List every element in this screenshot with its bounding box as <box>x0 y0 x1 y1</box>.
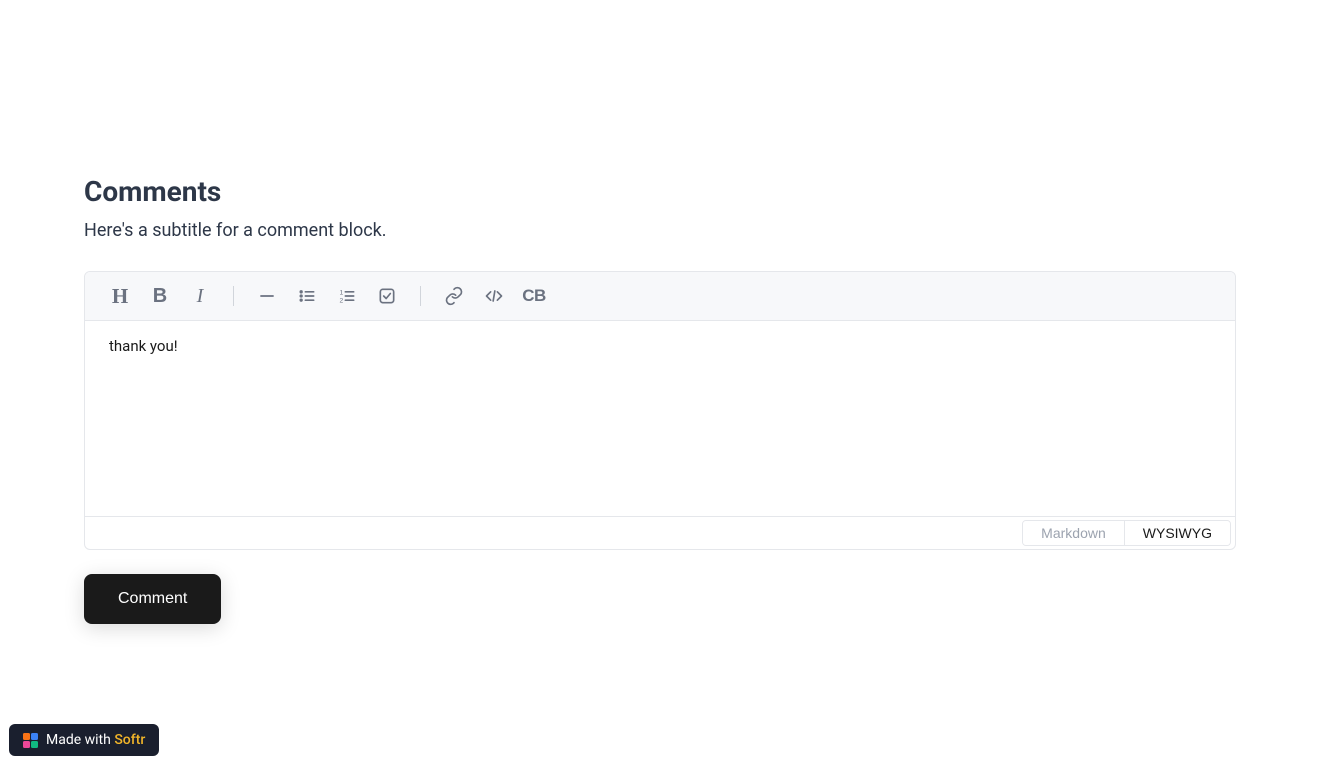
code-button[interactable] <box>477 284 511 308</box>
page-title: Comments <box>84 175 1236 208</box>
heading-button[interactable]: H <box>103 284 137 308</box>
link-button[interactable] <box>437 284 471 308</box>
link-icon <box>444 286 464 306</box>
checklist-button[interactable] <box>370 284 404 308</box>
ordered-list-button[interactable]: 1 2 <box>330 284 364 308</box>
code-icon <box>484 286 504 306</box>
submit-comment-button[interactable]: Comment <box>84 574 221 624</box>
page-subtitle: Here's a subtitle for a comment block. <box>84 220 1236 241</box>
codeblock-button[interactable]: CB <box>517 284 551 308</box>
bullet-list-button[interactable] <box>290 284 324 308</box>
wysiwyg-mode-button[interactable]: WYSIWYG <box>1125 521 1230 545</box>
horizontal-rule-button[interactable] <box>250 284 284 308</box>
softr-logo-icon <box>23 733 38 748</box>
mode-switch: Markdown WYSIWYG <box>1022 520 1231 546</box>
toolbar-divider <box>233 286 234 306</box>
checklist-icon <box>377 286 397 306</box>
comment-editor: H B I 1 2 <box>84 271 1236 550</box>
ordered-list-icon: 1 2 <box>337 286 357 306</box>
bold-button[interactable]: B <box>143 284 177 308</box>
markdown-mode-button[interactable]: Markdown <box>1023 521 1125 545</box>
horizontal-rule-icon <box>257 286 277 306</box>
softr-badge[interactable]: Made with Softr <box>9 724 159 756</box>
bullet-list-icon <box>297 286 317 306</box>
softr-badge-text: Made with Softr <box>46 732 145 748</box>
italic-button[interactable]: I <box>183 284 217 308</box>
svg-text:1: 1 <box>340 289 344 296</box>
editor-footer: Markdown WYSIWYG <box>85 516 1235 549</box>
editor-toolbar: H B I 1 2 <box>85 272 1235 321</box>
toolbar-divider <box>420 286 421 306</box>
editor-textarea[interactable]: thank you! <box>85 321 1235 516</box>
svg-text:2: 2 <box>340 298 344 305</box>
